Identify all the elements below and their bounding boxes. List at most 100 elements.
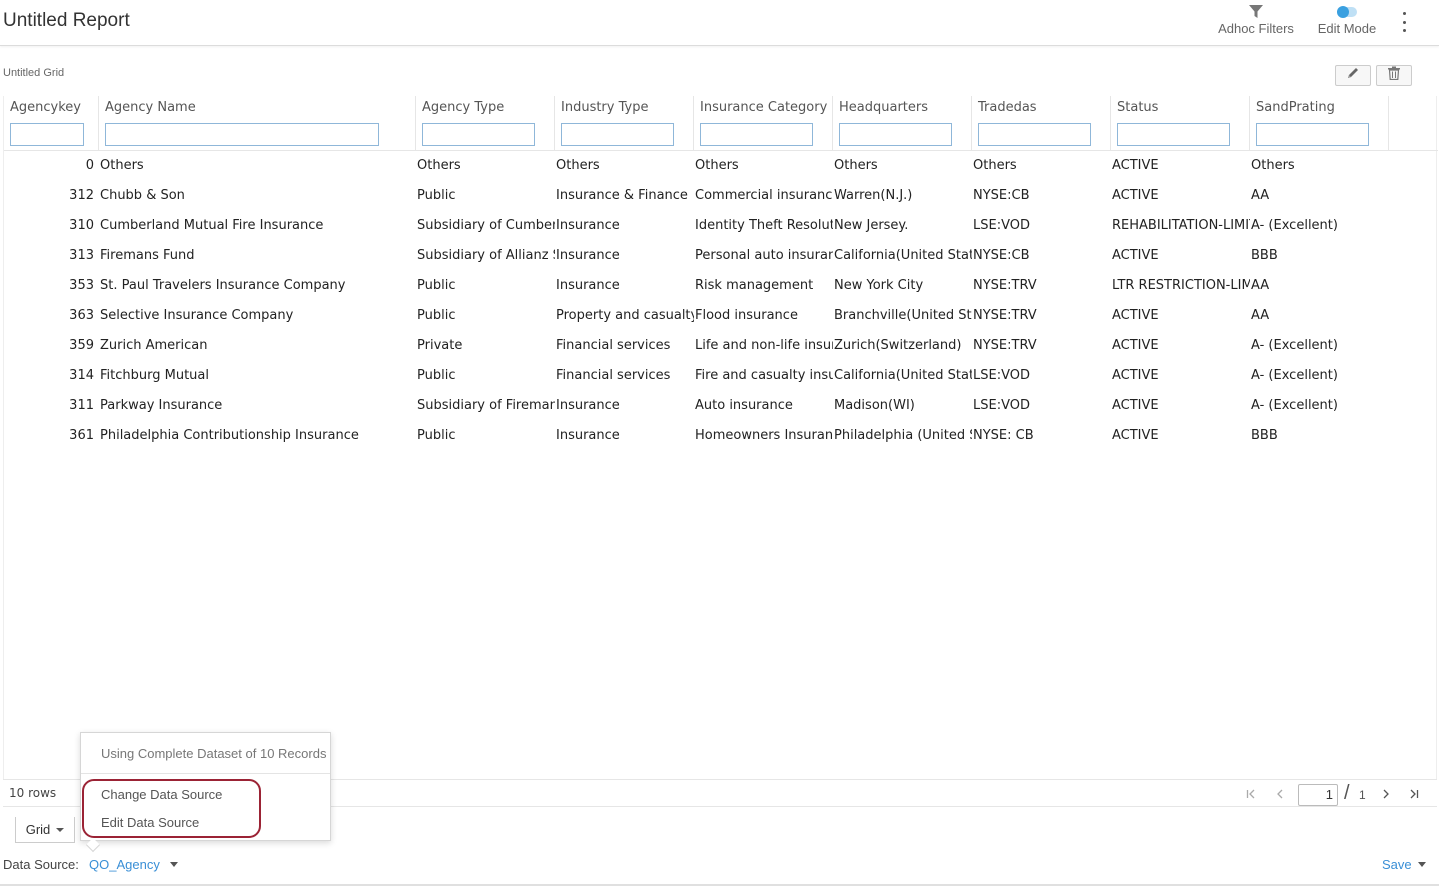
table-cell: NYSE:CB — [973, 188, 1030, 203]
table-row[interactable]: 311 Parkway Insurance Subsidiary of Firema… — [4, 391, 1438, 421]
total-pages: 1 — [1359, 788, 1366, 802]
table-cell: A- (Excellent) — [1251, 338, 1338, 353]
delete-grid-button[interactable] — [1376, 65, 1412, 86]
table-cell: 314 — [69, 368, 94, 383]
column-header[interactable]: Industry Type — [555, 96, 694, 151]
table-cell: Fire and casualty insurance — [695, 368, 833, 383]
table-cell: Insurance — [556, 428, 620, 443]
data-source-label: Data Source: — [3, 857, 79, 872]
table-row[interactable]: 361 Philadelphia Contributionship Insuran… — [4, 421, 1438, 451]
next-page-icon[interactable] — [1376, 780, 1396, 808]
table-cell: Others — [695, 158, 739, 173]
table-cell: Others — [417, 158, 461, 173]
column-header[interactable]: Agency Type — [416, 96, 555, 151]
column-filter-input[interactable] — [839, 123, 952, 146]
column-filter-input[interactable] — [1256, 123, 1369, 146]
table-cell: Insurance — [556, 398, 620, 413]
table-cell: 363 — [69, 308, 94, 323]
table-cell: Personal auto insurance — [695, 248, 833, 263]
table-row[interactable]: 0 Others Others Others Others Others Others ACT… — [4, 151, 1438, 181]
table-cell: New York City — [834, 278, 924, 293]
table-cell: California(United States) — [834, 368, 972, 383]
last-page-icon[interactable] — [1404, 780, 1424, 808]
column-filter-input[interactable] — [10, 123, 84, 146]
table-cell: NYSE:TRV — [973, 308, 1037, 323]
table-cell: Others — [100, 158, 144, 173]
table-cell: Public — [417, 308, 456, 323]
table-cell: Cumberland Mutual Fire Insurance — [100, 218, 324, 233]
first-page-icon[interactable] — [1241, 780, 1261, 808]
tab-grid[interactable]: Grid — [15, 817, 75, 843]
column-header[interactable]: SandPrating — [1250, 96, 1389, 151]
adhoc-filters-button[interactable]: Adhoc Filters — [1212, 3, 1300, 36]
column-filter-input[interactable] — [1117, 123, 1230, 146]
table-cell: Branchville(United States) — [834, 308, 972, 323]
column-filter-input[interactable] — [978, 123, 1091, 146]
table-cell: BBB — [1251, 248, 1278, 263]
table-cell: Selective Insurance Company — [100, 308, 294, 323]
table-cell: 353 — [69, 278, 94, 293]
table-cell: Public — [417, 188, 456, 203]
chevron-down-icon — [56, 827, 65, 832]
table-cell: AA — [1251, 278, 1270, 293]
filter-icon — [1212, 3, 1300, 21]
column-header[interactable]: Status — [1111, 96, 1250, 151]
table-cell: NYSE: CB — [973, 428, 1034, 443]
table-cell: New Jersey. — [834, 218, 909, 233]
edit-grid-button[interactable] — [1335, 65, 1371, 86]
column-header[interactable]: Insurance Category — [694, 96, 833, 151]
column-header-label: Industry Type — [561, 100, 649, 115]
table-row[interactable]: 313 Firemans Fund Subsidiary of Allianz SE… — [4, 241, 1438, 271]
table-cell: 311 — [69, 398, 94, 413]
column-filter-input[interactable] — [561, 123, 674, 146]
row-count: 10 rows — [9, 786, 57, 800]
data-source-link[interactable]: QO_Agency — [89, 857, 160, 872]
column-filter-input[interactable] — [105, 123, 379, 146]
table-cell: NYSE:TRV — [973, 338, 1037, 353]
column-header[interactable]: Headquarters — [833, 96, 972, 151]
table-cell: Others — [834, 158, 878, 173]
table-cell: 361 — [69, 428, 94, 443]
table-cell: ACTIVE — [1112, 158, 1159, 173]
edit-mode-toggle[interactable]: Edit Mode — [1310, 3, 1384, 36]
previous-page-icon[interactable] — [1270, 780, 1290, 808]
data-source-menu: Using Complete Dataset of 10 Records Cha… — [80, 732, 331, 841]
pencil-icon — [1346, 66, 1360, 85]
data-source-dropdown-icon[interactable] — [170, 862, 178, 867]
table-cell: Property and casualty — [556, 308, 694, 323]
table-cell: NYSE:CB — [973, 248, 1030, 263]
table-row[interactable]: 314 Fitchburg Mutual Public Financial servi… — [4, 361, 1438, 391]
toggle-switch-icon[interactable] — [1337, 6, 1357, 18]
save-button[interactable]: Save — [1382, 857, 1412, 872]
column-header-label: Agency Name — [105, 100, 196, 115]
table-cell: Risk management — [695, 278, 814, 293]
column-filter-input[interactable] — [422, 123, 535, 146]
table-cell: Philadelphia Contributionship Insurance — [100, 428, 359, 443]
table-row[interactable]: 353 St. Paul Travelers Insurance Company P… — [4, 271, 1438, 301]
table-cell: ACTIVE — [1112, 188, 1159, 203]
column-header-label: Agency Type — [422, 100, 505, 115]
table-row[interactable]: 359 Zurich American Private Financial servi… — [4, 331, 1438, 361]
table-row[interactable]: 312 Chubb & Son Public Insurance & Finance C… — [4, 181, 1438, 211]
column-filter-input[interactable] — [700, 123, 813, 146]
more-options-icon[interactable] — [1397, 12, 1411, 32]
table-row[interactable]: 363 Selective Insurance Company Public Prop… — [4, 301, 1438, 331]
table-cell: Firemans Fund — [100, 248, 195, 263]
table-cell: Fitchburg Mutual — [100, 368, 209, 383]
column-header[interactable]: Agency Name — [99, 96, 416, 151]
table-cell: Financial services — [556, 368, 671, 383]
table-cell: Chubb & Son — [100, 188, 185, 203]
column-header-label: Tradedas — [978, 100, 1037, 115]
column-header[interactable]: Agencykey — [4, 96, 99, 151]
table-cell: A- (Excellent) — [1251, 398, 1338, 413]
table-row[interactable]: 310 Cumberland Mutual Fire Insurance Subsi… — [4, 211, 1438, 241]
table-cell: Insurance — [556, 218, 620, 233]
save-dropdown-icon[interactable] — [1418, 862, 1426, 867]
column-header[interactable]: Tradedas — [972, 96, 1111, 151]
table-cell: BBB — [1251, 428, 1278, 443]
page-number-input[interactable]: 1 — [1298, 784, 1338, 806]
grid-title[interactable]: Untitled Grid — [3, 67, 64, 79]
table-cell: Others — [973, 158, 1017, 173]
report-title[interactable]: Untitled Report — [3, 10, 130, 32]
page-separator: / — [1344, 782, 1350, 804]
